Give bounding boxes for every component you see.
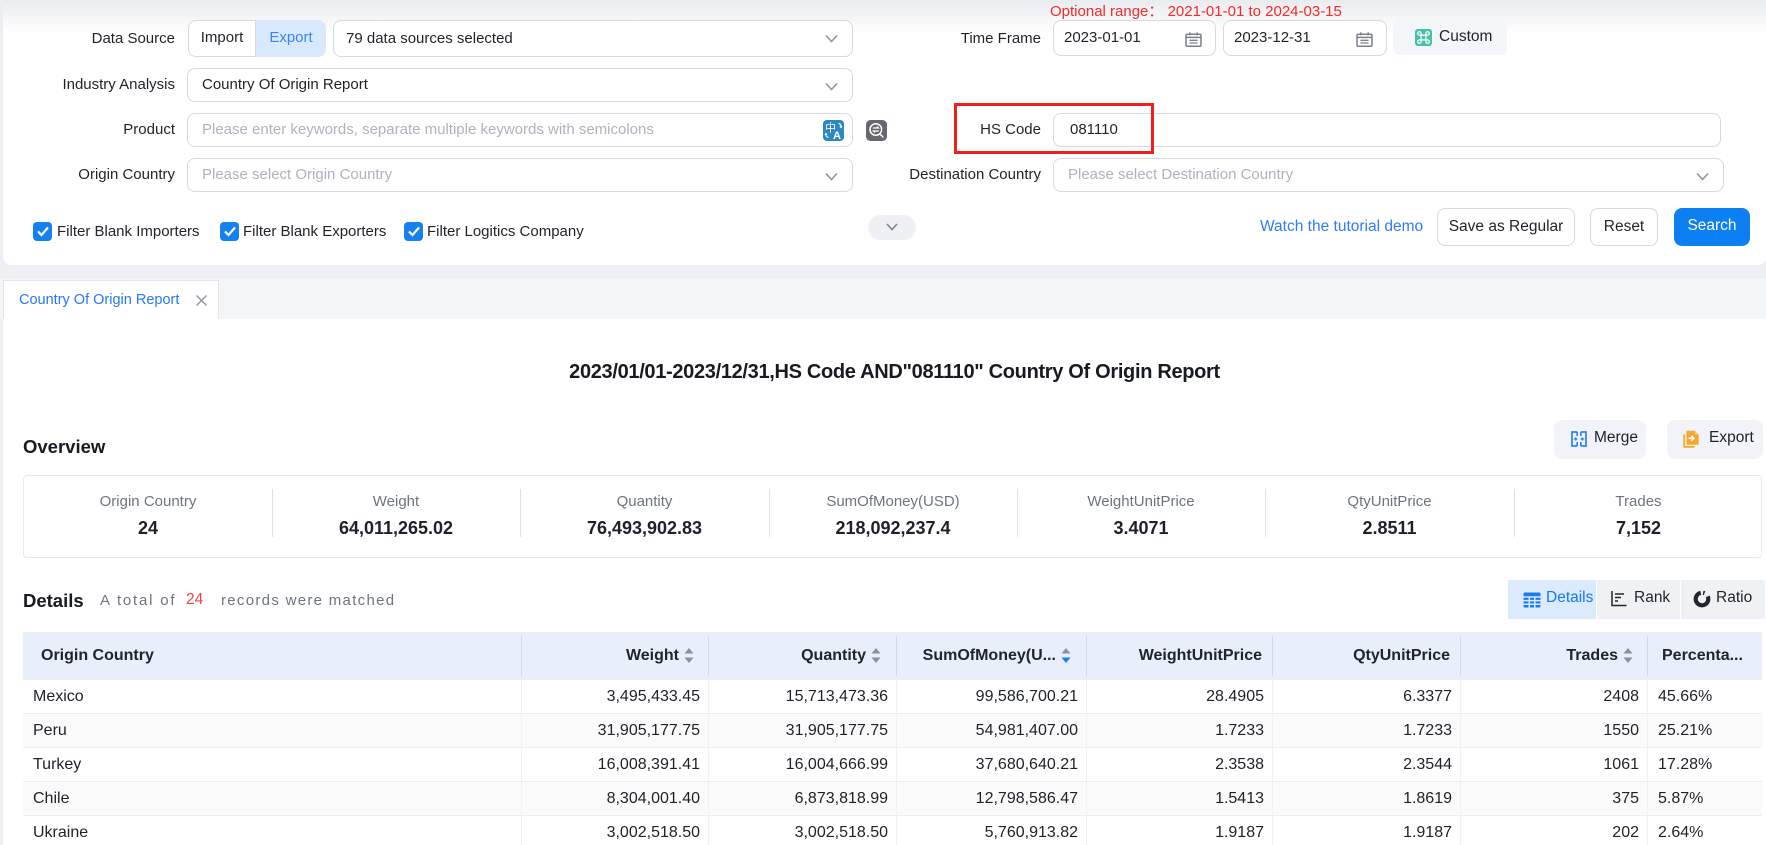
svg-text:A: A — [833, 130, 841, 141]
